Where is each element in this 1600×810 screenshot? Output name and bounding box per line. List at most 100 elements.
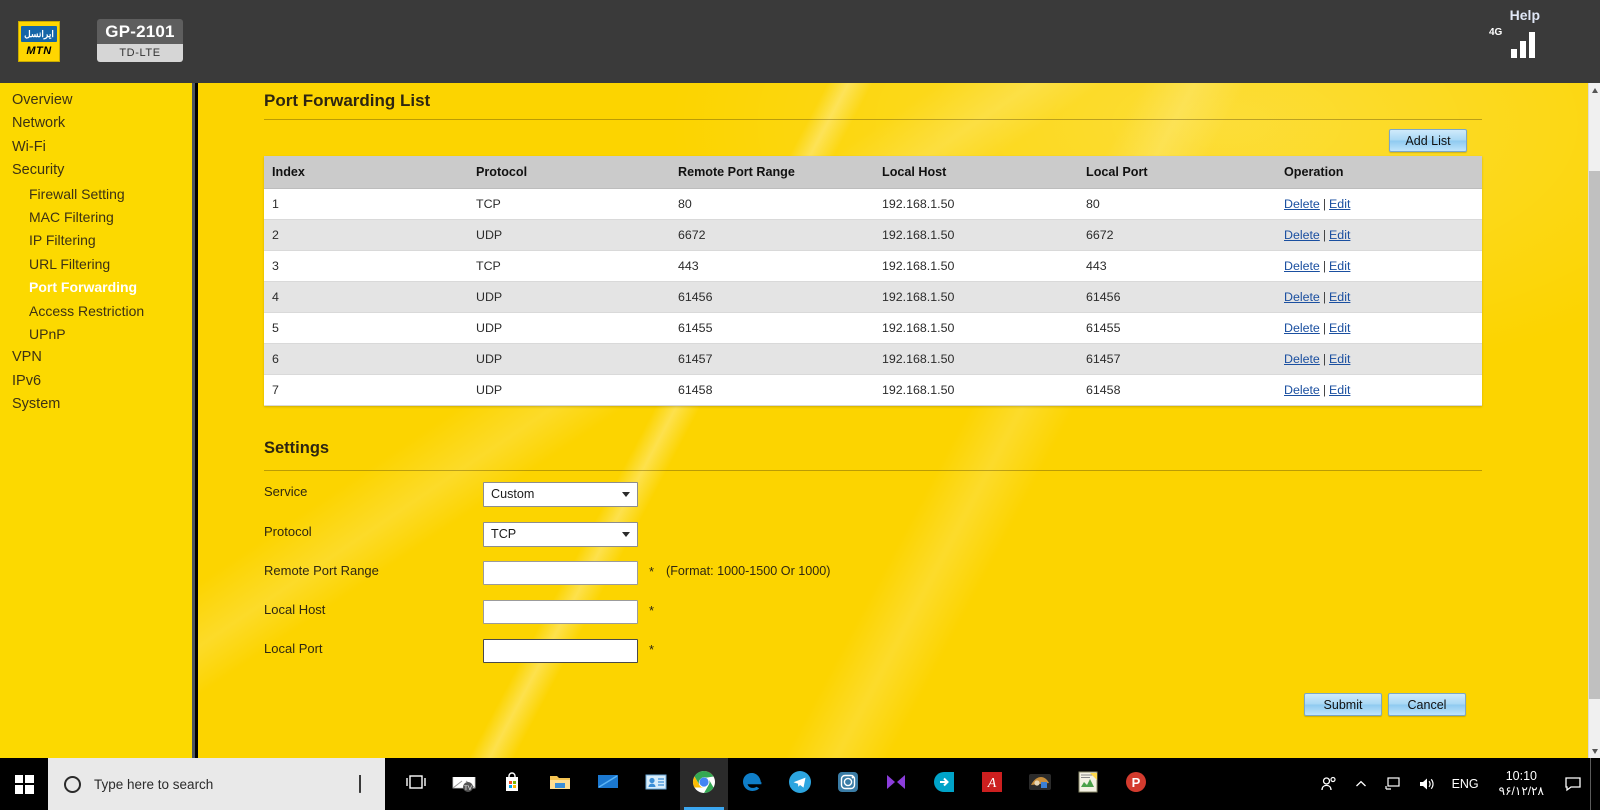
scroll-down-arrow-icon[interactable] (1589, 744, 1600, 758)
scroll-up-arrow-icon[interactable] (1589, 83, 1600, 97)
form-row-local-host: Local Host * (264, 600, 1482, 626)
delete-link[interactable]: Delete (1284, 383, 1320, 397)
row-local-port: 61457 (1078, 343, 1276, 375)
microphone-icon[interactable] (359, 775, 368, 793)
row-remote-port-range: 61456 (670, 281, 874, 313)
sidebar-item-label: Network (12, 115, 66, 132)
taskbar-game-button[interactable] (1016, 758, 1064, 810)
row-remote-port-range: 61455 (670, 312, 874, 344)
taskbar-telegram-button[interactable] (776, 758, 824, 810)
action-center-icon[interactable] (1556, 758, 1590, 810)
people-icon[interactable] (1312, 758, 1346, 810)
volume-icon[interactable] (1410, 758, 1444, 810)
taskbar-google-chrome-button[interactable] (680, 758, 728, 810)
taskbar-search-box[interactable]: Type here to search (48, 758, 385, 810)
show-desktop-button[interactable] (1590, 758, 1600, 810)
sidebar-item-system[interactable]: System (0, 393, 192, 416)
clock[interactable]: 10:10 ۹۶/۱۲/۲۸ (1487, 758, 1556, 810)
taskbar-adobe-acrobat-button[interactable]: A (968, 758, 1016, 810)
vertical-scrollbar[interactable] (1588, 83, 1600, 758)
row-index: 2 (264, 219, 468, 251)
search-icon (64, 775, 81, 793)
form-row-protocol: Protocol TCP (264, 522, 1482, 548)
sidebar-item-label: URL Filtering (29, 255, 111, 272)
sidebar-item-mac-filtering[interactable]: MAC Filtering (0, 206, 192, 229)
clock-date: ۹۶/۱۲/۲۸ (1498, 784, 1544, 798)
main-content: Port Forwarding List Add List Index Prot… (198, 83, 1588, 758)
free-download-manager-icon (932, 770, 956, 799)
taskbar-free-download-manager-button[interactable] (920, 758, 968, 810)
sidebar-item-wi-fi[interactable]: Wi-Fi (0, 136, 192, 159)
taskbar-notepad-plus-plus-button[interactable] (1064, 758, 1112, 810)
edit-link[interactable]: Edit (1329, 290, 1350, 304)
row-remote-port-range: 443 (670, 250, 874, 282)
edit-link[interactable]: Edit (1329, 228, 1350, 242)
help-link[interactable]: Help (1510, 7, 1540, 23)
operation-separator: | (1322, 228, 1327, 242)
network-icon[interactable] (1376, 758, 1410, 810)
start-button[interactable] (0, 758, 48, 810)
edit-link[interactable]: Edit (1329, 197, 1350, 211)
delete-link[interactable]: Delete (1284, 321, 1320, 335)
table-row: 5 UDP 61455 192.168.1.50 61455 Delete | Edit (264, 312, 1482, 344)
taskbar-movies-tv-button[interactable] (584, 758, 632, 810)
edit-link[interactable]: Edit (1329, 352, 1350, 366)
edit-link[interactable]: Edit (1329, 321, 1350, 335)
sidebar-item-ipv6[interactable]: IPv6 (0, 370, 192, 393)
delete-link[interactable]: Delete (1284, 290, 1320, 304)
label-protocol: Protocol (264, 524, 312, 539)
show-hidden-icons-chevron[interactable] (1346, 758, 1376, 810)
taskbar-people-contacts-button[interactable] (632, 758, 680, 810)
row-local-host: 192.168.1.50 (874, 219, 1078, 251)
sidebar-item-security[interactable]: Security (0, 159, 192, 182)
local-host-input[interactable] (483, 600, 638, 624)
add-list-button[interactable]: Add List (1389, 129, 1467, 152)
row-remote-port-range: 61458 (670, 374, 874, 406)
taskbar-task-view-button[interactable] (392, 758, 440, 810)
taskbar-media-player-button[interactable] (872, 758, 920, 810)
sidebar-item-overview[interactable]: Overview (0, 89, 192, 112)
sidebar-item-label: Overview (12, 92, 73, 108)
sidebar-item-vpn[interactable]: VPN (0, 346, 192, 369)
sidebar-item-label: Access Restriction (29, 302, 145, 319)
submit-button[interactable]: Submit (1304, 693, 1382, 716)
taskbar-instagram-button[interactable] (824, 758, 872, 810)
delete-link[interactable]: Delete (1284, 197, 1320, 211)
taskbar-microsoft-edge-button[interactable] (728, 758, 776, 810)
taskbar-mail-button[interactable]: TV (440, 758, 488, 810)
instagram-icon (837, 771, 859, 798)
sidebar-item-port-forwarding[interactable]: Port Forwarding (0, 276, 192, 299)
scrollbar-thumb[interactable] (1589, 171, 1600, 699)
delete-link[interactable]: Delete (1284, 228, 1320, 242)
device-model-badge: GP-2101 TD-LTE (97, 19, 183, 63)
language-indicator[interactable]: ENG (1444, 777, 1487, 791)
service-select[interactable]: Custom (483, 482, 638, 507)
edit-link[interactable]: Edit (1329, 383, 1350, 397)
row-local-host: 192.168.1.50 (874, 374, 1078, 406)
sidebar-item-upnp[interactable]: UPnP (0, 323, 192, 346)
delete-link[interactable]: Delete (1284, 259, 1320, 273)
sidebar-item-access-restriction[interactable]: Access Restriction (0, 300, 192, 323)
remote-port-range-input[interactable] (483, 561, 638, 585)
sidebar-item-ip-filtering[interactable]: IP Filtering (0, 229, 192, 252)
taskbar-microsoft-store-button[interactable] (488, 758, 536, 810)
label-local-host: Local Host (264, 602, 326, 617)
table-row: 1 TCP 80 192.168.1.50 80 Delete | Edit (264, 188, 1482, 220)
protocol-select[interactable]: TCP (483, 522, 638, 547)
cancel-button[interactable]: Cancel (1388, 693, 1466, 716)
sidebar-item-network[interactable]: Network (0, 112, 192, 135)
table-body: 1 TCP 80 192.168.1.50 80 Delete | Edit 2 UDP 6672 1… (264, 188, 1482, 406)
signal-bars-icon (1511, 32, 1535, 58)
taskbar-potplayer-button[interactable]: P (1112, 758, 1160, 810)
delete-link[interactable]: Delete (1284, 352, 1320, 366)
local-port-input[interactable] (483, 639, 638, 663)
sidebar-item-firewall-setting[interactable]: Firewall Setting (0, 183, 192, 206)
edit-link[interactable]: Edit (1329, 259, 1350, 273)
sidebar-item-url-filtering[interactable]: URL Filtering (0, 253, 192, 276)
operation-separator: | (1322, 352, 1327, 366)
irancell-mtn-logo: ایرانسل MTN (18, 21, 60, 62)
chevron-down-icon (622, 532, 630, 537)
row-local-port: 61456 (1078, 281, 1276, 313)
taskbar-file-explorer-button[interactable] (536, 758, 584, 810)
device-model-name: GP-2101 (97, 19, 183, 44)
